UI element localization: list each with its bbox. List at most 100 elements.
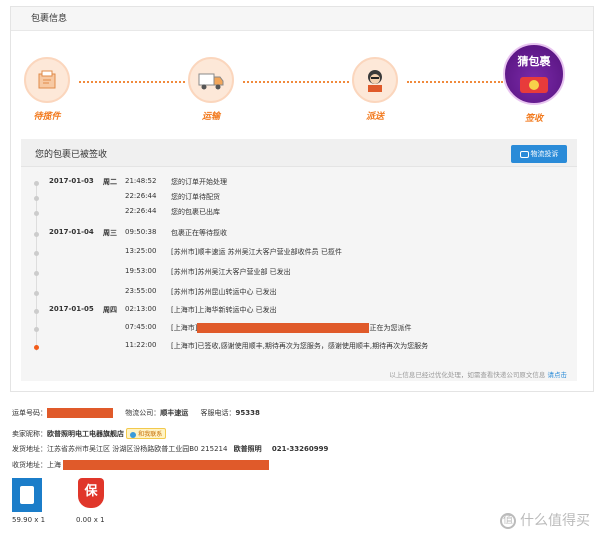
- waybill-label: 运单号码：: [12, 409, 47, 417]
- badge-text: 猜包裹: [517, 55, 551, 68]
- waybill-row: 运单号码： 物流公司：顺丰速运 客服电话：95338: [12, 408, 260, 420]
- timeline-dot: [34, 271, 39, 276]
- chat-icon: [130, 431, 137, 438]
- product-item[interactable]: 保 0.00 x 1: [76, 478, 112, 524]
- message-icon: [519, 150, 529, 158]
- product-thumbnail[interactable]: [12, 478, 42, 512]
- row-desc: 您的订单待配货: [171, 193, 220, 201]
- complaint-label: 物流投诉: [530, 150, 559, 158]
- contact-label: 和我联系: [138, 431, 163, 438]
- row-weekday: 周三: [103, 229, 117, 237]
- row-time: 11:22:00: [125, 341, 157, 349]
- row-weekday: 周四: [103, 306, 117, 314]
- row-time: 19:53:00: [125, 267, 157, 275]
- timeline-row: 2017-01-05 周四 02:13:00 [上海市]上海华新转运中心 已发出: [21, 305, 577, 319]
- ship-brand: 欧普照明: [233, 445, 262, 453]
- product-price: 0.00 x 1: [76, 516, 105, 524]
- carrier-value: 顺丰速运: [160, 409, 189, 417]
- row-time: 22:26:44: [125, 207, 157, 215]
- row-time: 09:50:38: [125, 228, 157, 236]
- row-desc: [苏州市]苏州昆山转运中心 已发出: [171, 288, 277, 296]
- product-item[interactable]: 59.90 x 1: [12, 478, 48, 524]
- timeline-dot-current: [34, 345, 39, 350]
- timeline-dot: [34, 291, 39, 296]
- recv-address-row: 收货地址：上海: [12, 460, 269, 472]
- watermark-logo-icon: 值: [500, 513, 516, 529]
- row-date: 2017-01-03: [49, 177, 94, 185]
- redacted-block: [47, 408, 113, 418]
- timeline-row: 19:53:00 [苏州市]苏州吴江大客户营业部 已发出: [21, 267, 577, 281]
- seller-row: 卖家昵称：欧普照明电工电器旗舰店 和我联系: [12, 428, 167, 440]
- timeline-row: 23:55:00 [苏州市]苏州昆山转运中心 已发出: [21, 287, 577, 301]
- tracking-status-box: 您的包裹已被签收 物流投诉 2017-01-03 周二 21:48:52 您的订…: [21, 139, 577, 381]
- timeline-dot: [34, 211, 39, 216]
- step-label: 签收: [524, 114, 543, 124]
- seller-label: 卖家昵称：: [12, 430, 47, 438]
- desc-prefix: [上海市]: [171, 324, 198, 332]
- phone-label: 客服电话：: [200, 409, 236, 417]
- step-transport: 运输: [181, 57, 241, 122]
- insurance-thumbnail[interactable]: 保: [76, 478, 106, 512]
- timeline-dot: [34, 181, 39, 186]
- timeline-row: 13:25:00 [苏州市]顺丰速运 苏州吴江大客户营业部收件员 已揽件: [21, 247, 577, 261]
- row-desc: 您的包裹已出库: [171, 208, 220, 216]
- ship-label: 发货地址：: [12, 445, 47, 453]
- signed-badge-icon: 猜包裹: [503, 43, 565, 105]
- timeline-dot: [34, 309, 39, 314]
- progress-steps: 待揽件 运输 派送 猜包裹 签收: [11, 43, 593, 127]
- phone-value: 95338: [235, 409, 260, 417]
- row-desc: [上海市] 正在为您派件: [171, 323, 411, 333]
- timeline-row: 22:26:44 您的订单待配货: [21, 192, 577, 206]
- package-icon: [24, 57, 70, 103]
- truck-icon: [188, 57, 234, 103]
- timeline-row: 2017-01-03 周二 21:48:52 您的订单开始处理: [21, 177, 577, 191]
- insurance-shield-icon: 保: [78, 478, 104, 508]
- row-desc: 您的订单开始处理: [171, 178, 227, 186]
- row-date: 2017-01-04: [49, 228, 94, 236]
- ship-phone: 021-33260999: [271, 445, 329, 453]
- step-label: 派送: [365, 112, 384, 122]
- step-signed: 猜包裹 签收: [499, 43, 569, 124]
- step-label: 运输: [201, 112, 220, 122]
- redacted-block: [197, 323, 370, 333]
- ship-address: 江苏省苏州市吴江区 汾湖区汾杨路欧普工业园B0 215214: [47, 445, 228, 453]
- timeline-row: 22:26:44 您的包裹已出库: [21, 207, 577, 221]
- timeline-row: 07:45:00 [上海市] 正在为您派件: [21, 323, 577, 337]
- row-desc: [上海市]上海华新转运中心 已发出: [171, 306, 277, 314]
- row-desc: 包裹正在等待揽收: [171, 229, 227, 237]
- desc-suffix: 正在为您派件: [369, 324, 412, 332]
- row-time: 07:45:00: [125, 323, 157, 331]
- row-desc: [苏州市]顺丰速运 苏州吴江大客户营业部收件员 已揽件: [171, 248, 342, 256]
- row-time: 13:25:00: [125, 247, 157, 255]
- row-weekday: 周二: [103, 178, 117, 186]
- row-time: 22:26:44: [125, 192, 157, 200]
- step-pending-pickup: 待揽件: [17, 57, 77, 122]
- ship-address-row: 发货地址：江苏省苏州市吴江区 汾湖区汾杨路欧普工业园B0 215214 欧普照明…: [12, 444, 328, 456]
- step-connector: [243, 81, 349, 83]
- step-connector: [79, 81, 185, 83]
- row-desc: [苏州市]苏州吴江大客户营业部 已发出: [171, 268, 291, 276]
- note-text: 以上信息已经过优化处理，如需查看快递公司原文信息: [389, 371, 546, 379]
- seller-value[interactable]: 欧普照明电工电器旗舰店: [47, 430, 124, 438]
- recv-label: 收货地址：: [12, 461, 47, 469]
- product-price: 59.90 x 1: [12, 516, 46, 524]
- timeline-dot: [34, 196, 39, 201]
- timeline-dot: [34, 232, 39, 237]
- logistics-complaint-button[interactable]: 物流投诉: [511, 145, 567, 163]
- row-time: 02:13:00: [125, 305, 157, 313]
- contact-seller-button[interactable]: 和我联系: [126, 428, 167, 439]
- status-header: 您的包裹已被签收 物流投诉: [21, 139, 577, 167]
- site-watermark: 值什么值得买: [500, 510, 590, 530]
- step-delivery: 派送: [345, 57, 405, 122]
- row-date: 2017-01-05: [49, 305, 94, 313]
- original-info-link[interactable]: 请点击: [548, 371, 568, 379]
- timeline-dot: [34, 327, 39, 332]
- recv-address: 上海: [47, 461, 61, 469]
- step-connector: [407, 81, 503, 83]
- carrier-label: 物流公司：: [125, 409, 161, 417]
- section-title: 包裹信息: [11, 7, 593, 31]
- package-info-panel: 包裹信息 待揽件 运输 派送 猜包裹 签收 您的包裹已被签收 物流投诉 2017…: [10, 6, 594, 392]
- timeline-row: 11:22:00 [上海市]已签收,感谢使用顺丰,期待再次为您服务，感谢使用顺丰…: [21, 341, 577, 355]
- row-desc: [上海市]已签收,感谢使用顺丰,期待再次为您服务，感谢使用顺丰,期待再次为您服务: [171, 342, 429, 350]
- redacted-block: [63, 460, 269, 470]
